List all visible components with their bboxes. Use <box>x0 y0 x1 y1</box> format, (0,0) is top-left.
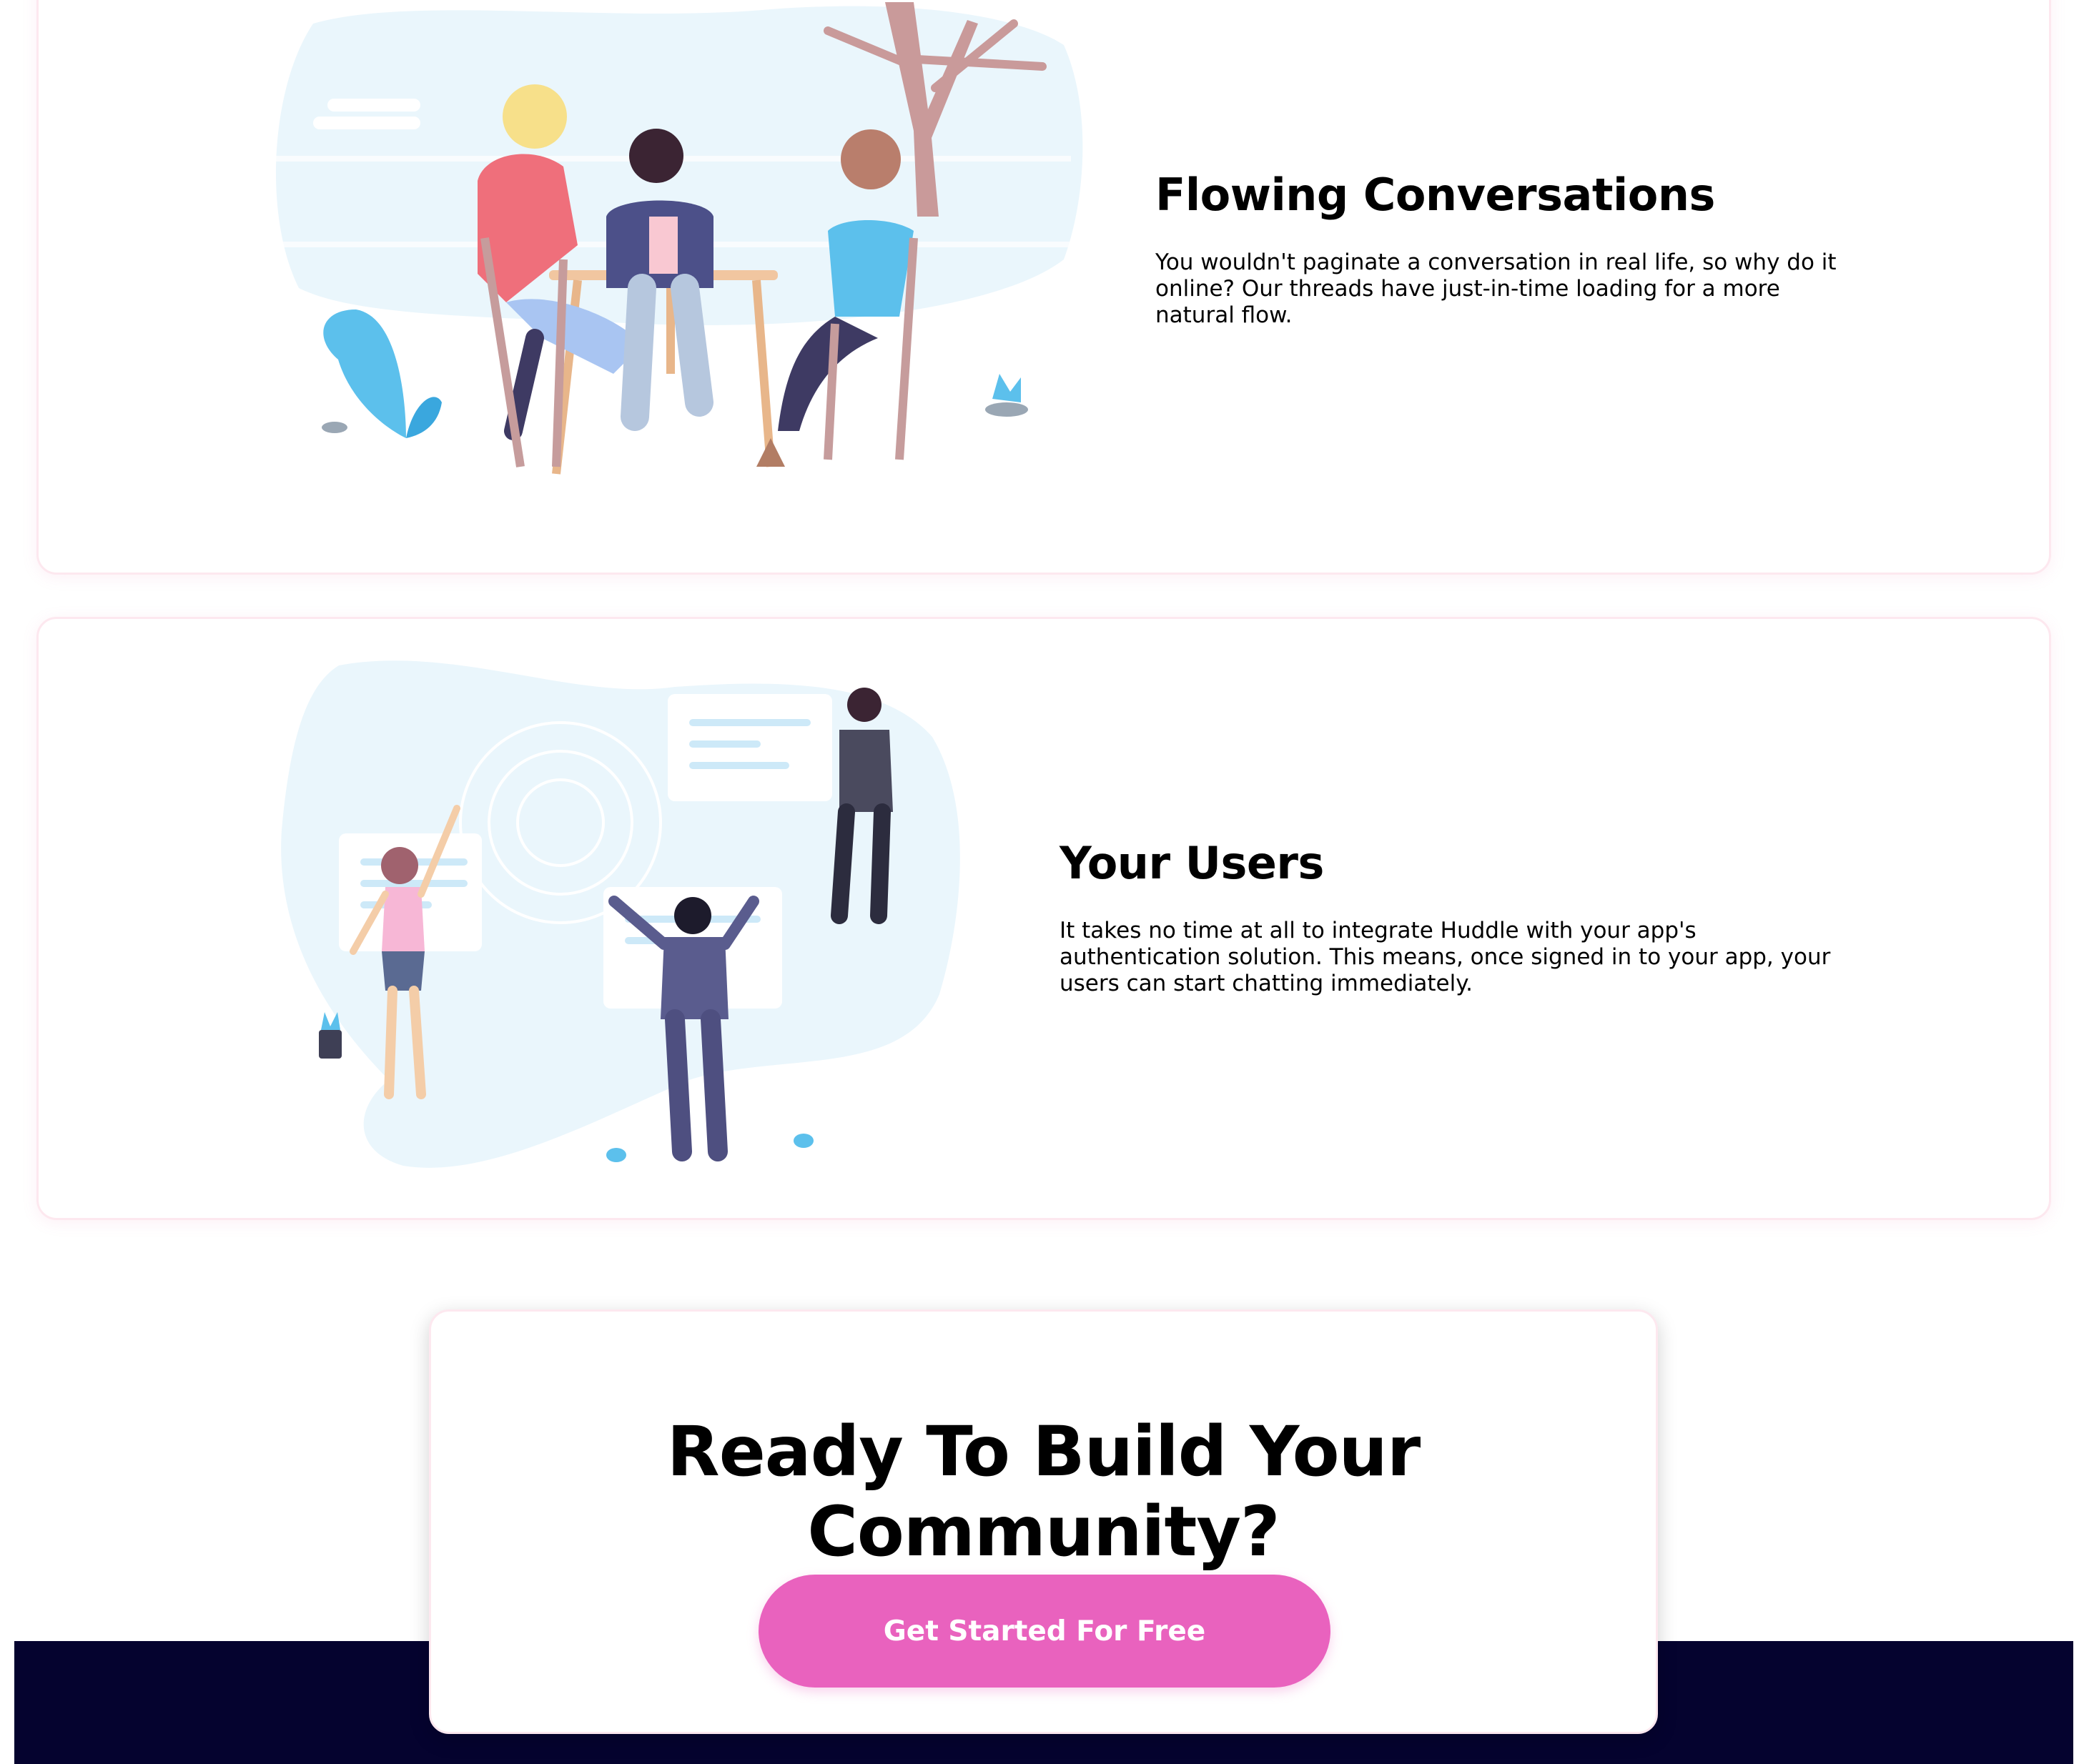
feature-text-block: Flowing Conversations You wouldn't pagin… <box>1155 169 1856 329</box>
feature-title: Flowing Conversations <box>1155 169 1715 221</box>
feature-card-conversations: Flowing Conversations You wouldn't pagin… <box>36 0 2051 575</box>
feature-card-users: Your Users It takes no time at all to in… <box>36 617 2051 1220</box>
people-with-chat-bubbles-illustration <box>281 660 960 1168</box>
feature-description: It takes no time at all to integrate Hud… <box>1060 918 1831 996</box>
cta-card: Ready To Build Your Community? Get Start… <box>429 1309 1658 1734</box>
cta-title: Ready To Build Your Community? <box>666 1412 1421 1572</box>
people-at-table-illustration <box>270 2 1083 475</box>
feature-description: You wouldn't paginate a conversation in … <box>1155 249 1837 328</box>
feature-text-block: Your Users It takes no time at all to in… <box>1060 837 1846 997</box>
feature-title: Your Users <box>1060 837 1324 889</box>
get-started-button[interactable]: Get Started For Free <box>759 1575 1330 1688</box>
